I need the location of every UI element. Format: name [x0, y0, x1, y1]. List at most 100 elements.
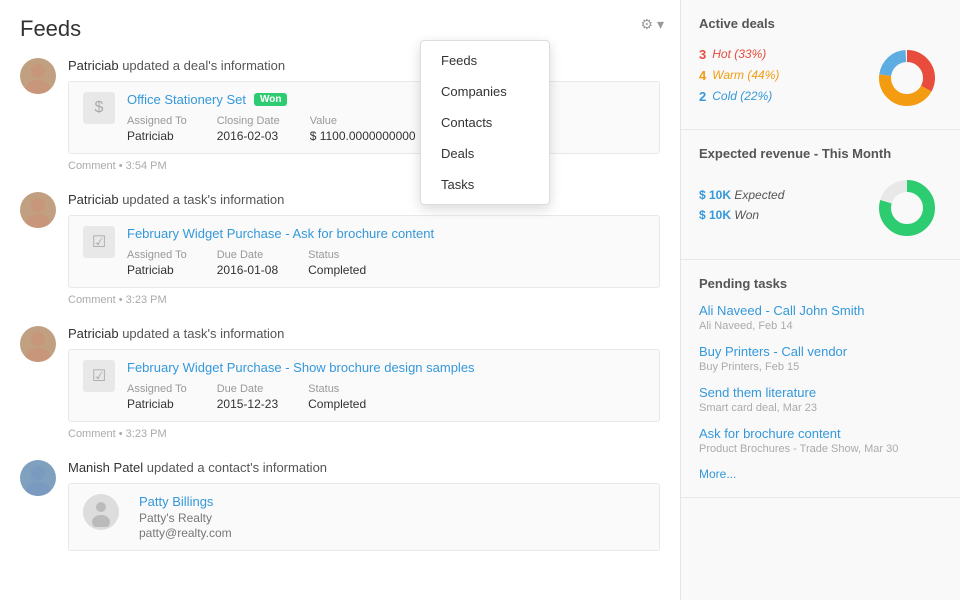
task-item-3: Ask for brochure content Product Brochur… — [699, 426, 942, 455]
deals-legend: 3 Hot (33%) 4 Warm (44%) 2 Cold (22%) — [699, 47, 872, 110]
task-status-1: Status Completed — [308, 249, 366, 277]
expected-revenue-section: Expected revenue - This Month $ 10K Expe… — [681, 130, 960, 260]
menu-item-deals[interactable]: Deals — [421, 138, 549, 169]
expected-amount: $ 10K — [699, 188, 731, 202]
task-title-1[interactable]: Buy Printers - Call vendor — [699, 344, 942, 359]
task-title-2[interactable]: February Widget Purchase - Show brochure… — [127, 360, 475, 375]
closing-date-field: Closing Date 2016-02-03 — [217, 115, 280, 143]
task-assigned-label-1: Assigned To — [127, 249, 187, 261]
avatar-4 — [20, 460, 56, 496]
task-status-label-1: Status — [308, 249, 366, 261]
time-1: 3:54 PM — [126, 160, 167, 172]
deals-donut-chart — [872, 43, 942, 113]
sidebar: Active deals 3 Hot (33%) 4 Warm (44%) 2 … — [680, 0, 960, 600]
task-due-1: Due Date 2016-01-08 — [217, 249, 278, 277]
feed-footer-1: Comment • 3:54 PM — [68, 160, 660, 172]
task-assigned-1: Assigned To Patriciab — [127, 249, 187, 277]
feed-header-3: Patriciab updated a task's information — [68, 326, 660, 341]
contact-details: Patty Billings Patty's Realty patty@real… — [131, 494, 232, 540]
contact-avatar — [83, 494, 119, 530]
revenue-donut — [872, 173, 942, 243]
feed-actor-2: Patriciab — [68, 192, 119, 207]
revenue-donut-chart — [872, 173, 942, 243]
gear-button[interactable]: ⚙ ▾ — [641, 16, 664, 33]
task-title-2[interactable]: Send them literature — [699, 385, 942, 400]
task-item-1: Buy Printers - Call vendor Buy Printers,… — [699, 344, 942, 373]
deal-card: $ Office Stationery Set Won Assigned To … — [68, 81, 660, 154]
task-due-label-1: Due Date — [217, 249, 278, 261]
closing-date-value: 2016-02-03 — [217, 129, 280, 143]
value-field: Value $ 1100.0000000000 — [310, 115, 416, 143]
feed-actor-3: Patriciab — [68, 326, 119, 341]
task-icon-wrap-2: ☑ — [83, 360, 115, 411]
task-status-value-1: Completed — [308, 263, 366, 277]
deal-card-header: Office Stationery Set Won — [127, 92, 416, 107]
task-due-2: Due Date 2015-12-23 — [217, 383, 278, 411]
cold-count: 2 — [699, 89, 706, 104]
assigned-to-label: Assigned To — [127, 115, 187, 127]
task-meta-0: Ali Naveed, Feb 14 — [699, 320, 942, 332]
feed-item-task-1: Patriciab updated a task's information ☑… — [20, 192, 660, 306]
time-3: 3:23 PM — [126, 428, 167, 440]
task-status-value-2: Completed — [308, 397, 366, 411]
menu-item-companies[interactable]: Companies — [421, 76, 549, 107]
deal-card-body: $ Office Stationery Set Won Assigned To … — [83, 92, 645, 143]
hot-count: 3 — [699, 47, 706, 62]
task-title-1[interactable]: February Widget Purchase - Ask for broch… — [127, 226, 434, 241]
avatar-2 — [20, 192, 56, 228]
task-meta-1: Buy Printers, Feb 15 — [699, 361, 942, 373]
task-assigned-value-2: Patriciab — [127, 397, 187, 411]
task-assigned-2: Assigned To Patriciab — [127, 383, 187, 411]
feed-footer-2: Comment • 3:23 PM — [68, 294, 660, 306]
avatar — [20, 58, 56, 94]
active-deals-section: Active deals 3 Hot (33%) 4 Warm (44%) 2 … — [681, 0, 960, 130]
active-deals-donut — [872, 43, 942, 113]
deal-details: Office Stationery Set Won Assigned To Pa… — [127, 92, 416, 143]
task-card-header-2: February Widget Purchase - Show brochure… — [127, 360, 475, 375]
menu-item-feeds[interactable]: Feeds — [421, 45, 549, 76]
feed-footer-3: Comment • 3:23 PM — [68, 428, 660, 440]
revenue-legend: $ 10K Expected $ 10K Won — [699, 188, 784, 228]
won-label: Won — [734, 208, 759, 222]
pending-tasks-title: Pending tasks — [699, 276, 942, 291]
task-icon-1: ☑ — [83, 226, 115, 258]
task-title-0[interactable]: Ali Naveed - Call John Smith — [699, 303, 942, 318]
contact-card: Patty Billings Patty's Realty patty@real… — [68, 483, 660, 551]
contact-name[interactable]: Patty Billings — [139, 494, 213, 509]
deal-title[interactable]: Office Stationery Set — [127, 92, 246, 107]
feed-header-4: Manish Patel updated a contact's informa… — [68, 460, 660, 475]
comment-label-3: Comment — [68, 428, 116, 440]
assigned-to-value: Patriciab — [127, 129, 187, 143]
task-assigned-label-2: Assigned To — [127, 383, 187, 395]
deal-fields: Assigned To Patriciab Closing Date 2016-… — [127, 115, 416, 143]
active-deals-content: 3 Hot (33%) 4 Warm (44%) 2 Cold (22%) — [699, 43, 942, 113]
feed-header-2: Patriciab updated a task's information — [68, 192, 660, 207]
expected-revenue-title: Expected revenue - This Month — [699, 146, 942, 161]
feed-item-deal: Patriciab updated a deal's information $… — [20, 58, 660, 172]
cold-label: Cold (22%) — [712, 89, 772, 103]
task-title-3[interactable]: Ask for brochure content — [699, 426, 942, 441]
task-fields-1: Assigned To Patriciab Due Date 2016-01-0… — [127, 249, 434, 277]
pending-tasks-section: Pending tasks Ali Naveed - Call John Smi… — [681, 260, 960, 498]
cold-legend-item: 2 Cold (22%) — [699, 89, 872, 104]
task-status-label-2: Status — [308, 383, 366, 395]
expected-rev-item: $ 10K Expected — [699, 188, 784, 202]
task-card-body-1: ☑ February Widget Purchase - Ask for bro… — [83, 226, 645, 277]
menu-item-contacts[interactable]: Contacts — [421, 107, 549, 138]
won-rev-item: $ 10K Won — [699, 208, 784, 222]
feed-content-task-2: Patriciab updated a task's information ☑… — [68, 326, 660, 440]
task-card-2: ☑ February Widget Purchase - Show brochu… — [68, 349, 660, 422]
feed-actor-4: Manish Patel — [68, 460, 143, 475]
dropdown-overlay: Feeds Companies Contacts Deals Tasks — [420, 40, 550, 205]
task-assigned-value-1: Patriciab — [127, 263, 187, 277]
task-icon-wrap-1: ☑ — [83, 226, 115, 277]
feed-actor: Patriciab — [68, 58, 119, 73]
task-fields-2: Assigned To Patriciab Due Date 2015-12-2… — [127, 383, 475, 411]
assigned-to-field: Assigned To Patriciab — [127, 115, 187, 143]
warm-count: 4 — [699, 68, 706, 83]
deal-icon-wrap: $ — [83, 92, 115, 143]
comment-label-1: Comment — [68, 160, 116, 172]
task-due-value-2: 2015-12-23 — [217, 397, 278, 411]
more-link[interactable]: More... — [699, 467, 942, 481]
menu-item-tasks[interactable]: Tasks — [421, 169, 549, 200]
